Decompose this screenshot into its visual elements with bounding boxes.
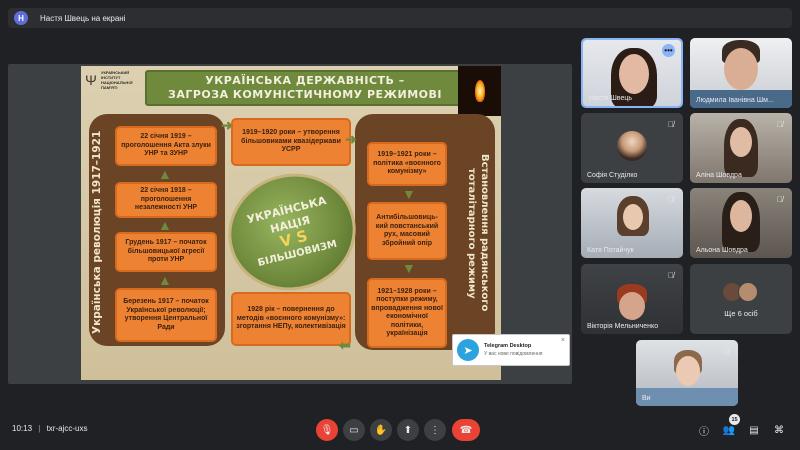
notification-title: Telegram Desktop — [484, 343, 532, 349]
mic-toggle-button[interactable]: 🎙 — [316, 419, 338, 441]
arrow-left-icon: ⬅ — [339, 337, 351, 353]
close-icon[interactable]: × — [561, 337, 565, 344]
mic-off-icon: 🎙̸ — [668, 194, 674, 204]
arrow-up-icon: ▲ — [158, 272, 172, 288]
event-box: Березень 1917 – початок Української рево… — [115, 288, 217, 342]
slide-title: УКРАЇНСЬКА ДЕРЖАВНІСТЬ – ЗАГРОЗА КОМУНІС… — [145, 70, 465, 106]
camera-icon: ▭ — [349, 424, 359, 436]
mic-off-icon: 🎙̸ — [668, 119, 674, 129]
avatar — [738, 282, 758, 302]
presenter-label: Настя Швець на екрані — [40, 13, 126, 23]
right-side-title: Встановлення радянського тоталітарного р… — [466, 154, 490, 312]
presenter-banner: Н Настя Швець на екрані — [8, 8, 792, 28]
activities-icon: ⌘ — [774, 424, 784, 436]
event-box: 1921–1928 роки – поступки режиму, впрова… — [367, 278, 447, 348]
candle-image — [458, 66, 501, 116]
meeting-code: txr-ajcc-uxs — [46, 424, 88, 433]
participant-name: Альона Шовдра — [696, 247, 748, 254]
event-box: Антибільшовиць-кий повстанський рух, мас… — [367, 202, 447, 260]
telegram-icon: ➤ — [457, 339, 479, 361]
event-box: 1919–1920 роки – утворення більшовиками … — [231, 118, 351, 166]
more-participants-tile[interactable]: Ще 6 осіб — [690, 264, 792, 334]
people-count-badge: 15 — [729, 414, 740, 425]
chat-icon: ▤ — [749, 424, 759, 436]
meeting-time: 10:13 — [12, 424, 33, 433]
people-button[interactable]: 👥 15 — [719, 414, 740, 440]
telegram-notification[interactable]: ➤ Telegram Desktop У вас нове повідомлен… — [452, 334, 570, 366]
arrow-down-icon: ▼ — [402, 186, 416, 202]
hand-icon: ✋ — [374, 424, 388, 436]
participant-name: Вікторія Мельниченко — [587, 323, 659, 330]
participant-tile[interactable]: 🎙̸ Софія Студілко — [581, 113, 683, 183]
present-icon: ⬆ — [403, 424, 413, 436]
participant-name: Катя Потайчук — [587, 247, 634, 254]
present-button[interactable]: ⬆ — [397, 419, 419, 441]
participant-tile[interactable]: 🎙̸ Аліна Шовдра — [690, 113, 792, 183]
more-participants-label: Ще 6 осіб — [724, 309, 758, 318]
participant-name: Аліна Шовдра — [696, 172, 742, 179]
participant-tile[interactable]: 🎙̸ Катя Потайчук — [581, 188, 683, 258]
avatar — [617, 131, 647, 161]
event-box: 22 січня 1919 – проголошення Акта злуки … — [115, 126, 217, 166]
meet-window: Н Настя Швець на екрані Ψ УКРАЇНСЬКИЙ ІН… — [0, 0, 800, 450]
participant-tile[interactable]: Людмила Іванівна Шм... — [690, 38, 792, 108]
self-view-tile[interactable]: 🎙̸ Ви — [636, 340, 738, 406]
slide-title-line-1: УКРАЇНСЬКА ДЕРЖАВНІСТЬ – — [205, 74, 405, 87]
meeting-details-button[interactable]: ⓘ — [694, 420, 714, 440]
meeting-info: 10:13 | txr-ajcc-uxs — [12, 424, 87, 433]
shared-slide: Ψ УКРАЇНСЬКИЙ ІНСТИТУТ НАЦІОНАЛЬНОЇ ПАМ'… — [81, 66, 501, 380]
separator: | — [38, 424, 41, 433]
arrow-up-icon: ▲ — [158, 166, 172, 182]
arrow-up-icon: ▲ — [158, 217, 172, 233]
event-box: 1928 рік – повернення до методів «воєнно… — [231, 292, 351, 346]
participant-name: Ви — [642, 395, 651, 402]
phone-hangup-icon: ☎ — [459, 424, 473, 436]
people-icon: 👥 — [722, 424, 736, 436]
arrow-right-icon: ➜ — [345, 131, 357, 147]
event-box: 1919–1921 роки – політика «воєнного кому… — [367, 142, 447, 186]
notification-subtitle: У вас нове повідомлення — [484, 351, 543, 357]
more-vertical-icon: ⋮ — [430, 424, 440, 436]
slide-title-line-2: ЗАГРОЗА КОМУНІСТИЧНОМУ РЕЖИМОВІ — [168, 88, 442, 101]
participant-name: Настя Швець — [589, 95, 632, 102]
leave-call-button[interactable]: ☎ — [452, 419, 480, 441]
left-side-title: Українська революція 1917–1921 — [91, 130, 103, 334]
mic-off-icon: 🎙̸ — [668, 270, 674, 280]
trident-icon: Ψ — [85, 72, 97, 88]
mic-off-icon: 🎙̸ — [723, 346, 729, 356]
event-box: 22 січня 1918 – проголошення незалежност… — [115, 182, 217, 218]
chat-button[interactable]: ▤ — [744, 420, 764, 440]
mic-off-icon: 🎙 — [320, 424, 334, 436]
raise-hand-button[interactable]: ✋ — [370, 419, 392, 441]
more-options-button[interactable]: ⋮ — [424, 419, 446, 441]
participant-tile[interactable]: 🎙̸ Альона Шовдра — [690, 188, 792, 258]
participant-tile[interactable]: ••• Настя Швець — [581, 38, 683, 108]
participant-tile[interactable]: 🎙̸ Вікторія Мельниченко — [581, 264, 683, 334]
participant-name: Людмила Іванівна Шм... — [696, 97, 774, 104]
camera-toggle-button[interactable]: ▭ — [343, 419, 365, 441]
presenter-avatar: Н — [14, 11, 28, 25]
more-options-icon[interactable]: ••• — [662, 44, 675, 57]
flame-icon — [474, 80, 485, 102]
activities-button[interactable]: ⌘ — [769, 420, 789, 440]
mic-off-icon: 🎙̸ — [777, 119, 783, 129]
institute-line: ПАМ'ЯТІ — [101, 85, 118, 90]
mic-off-icon: 🎙̸ — [777, 194, 783, 204]
event-box: Грудень 1917 – початок більшовицької агр… — [115, 232, 217, 272]
participant-name: Софія Студілко — [587, 172, 638, 179]
info-icon: ⓘ — [699, 426, 709, 438]
arrow-down-icon: ▼ — [402, 260, 416, 276]
institute-logo: Ψ УКРАЇНСЬКИЙ ІНСТИТУТ НАЦІОНАЛЬНОЇ ПАМ'… — [85, 70, 141, 90]
